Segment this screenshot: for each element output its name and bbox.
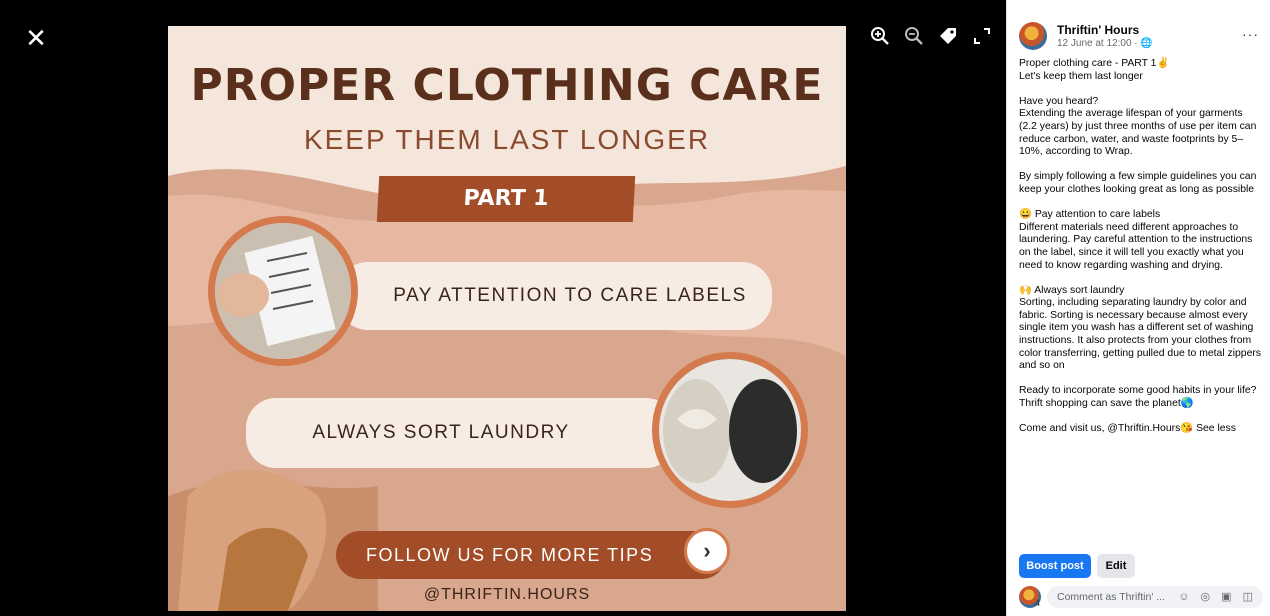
zoom-out-icon[interactable] — [904, 26, 926, 48]
poster-title: PROPER CLOTHING CARE — [190, 60, 824, 111]
comment-row: 4 Comment as Thriftin' ... ☺ ◎ ▣ ◫ — [1019, 584, 1263, 610]
post-header: Thriftin' Hours 12 June at 12:00 · 🌐 ··· — [1019, 22, 1259, 54]
comment-placeholder: Comment as Thriftin' ... — [1057, 591, 1166, 603]
comment-input[interactable]: Comment as Thriftin' ... ☺ ◎ ▣ ◫ — [1047, 586, 1263, 608]
post-timestamp[interactable]: 12 June at 12:00 · 🌐 — [1057, 38, 1153, 49]
tip-sort-laundry: ALWAYS SORT LAUNDRY — [246, 398, 676, 468]
tip-care-labels: PAY ATTENTION TO CARE LABELS — [338, 262, 772, 330]
laundry-baskets-photo — [652, 352, 808, 508]
close-icon[interactable]: ✕ — [24, 25, 48, 51]
post-image: PROPER CLOTHING CARE KEEP THEM LAST LONG… — [168, 26, 846, 611]
avatar-badge: 4 — [1035, 598, 1041, 608]
follow-banner: FOLLOW US FOR MORE TIPS — [336, 531, 726, 579]
page-name[interactable]: Thriftin' Hours — [1057, 23, 1139, 37]
avatar[interactable] — [1019, 22, 1047, 50]
more-options-icon[interactable]: ··· — [1242, 26, 1259, 42]
care-label-photo — [208, 216, 358, 366]
post-sidebar: Thriftin' Hours 12 June at 12:00 · 🌐 ···… — [1006, 0, 1270, 616]
edit-button[interactable]: Edit — [1097, 554, 1135, 578]
part-banner: PART 1 — [376, 176, 636, 222]
poster-subtitle: KEEP THEM LAST LONGER — [303, 124, 711, 155]
tag-icon[interactable] — [938, 26, 960, 48]
comment-tools-icons[interactable]: ☺ ◎ ▣ ◫ — [1178, 586, 1257, 608]
arrow-right-icon: › — [684, 528, 730, 574]
zoom-in-icon[interactable] — [870, 26, 892, 48]
fullscreen-icon[interactable] — [972, 26, 994, 48]
photo-viewer: ✕ PROPER CLOTHING CARE KEEP THEM LAST LO… — [0, 0, 1006, 616]
boost-post-button[interactable]: Boost post — [1019, 554, 1091, 578]
post-body: Proper clothing care - PART 1✌ Let's kee… — [1019, 58, 1262, 435]
poster-handle: @THRIFTIN.HOURS — [423, 586, 591, 603]
